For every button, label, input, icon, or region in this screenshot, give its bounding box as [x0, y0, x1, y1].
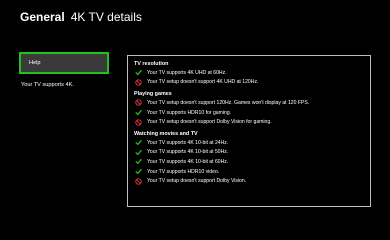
detail-item: Your TV supports 4K UHD at 60Hz. [134, 68, 370, 78]
prohibited-icon [134, 177, 142, 185]
detail-item-text: Your TV setup doesn't support Dolby Visi… [147, 178, 247, 185]
checkmark-icon [134, 168, 142, 176]
page-header: General 4K TV details [20, 10, 142, 24]
help-button[interactable]: Help [19, 52, 109, 74]
details-group: Watching movies and TV Your TV supports 4… [134, 130, 370, 186]
prohibited-icon [134, 78, 142, 86]
detail-item: Your TV supports 4K 10-bit at 60Hz. [134, 157, 370, 167]
checkmark-icon [134, 148, 142, 156]
detail-item: Your TV setup doesn't support 4K UHD at … [134, 78, 370, 88]
detail-item-text: Your TV supports 4K 10-bit at 24Hz. [147, 139, 229, 146]
detail-item-text: Your TV supports HDR10 for gaming. [147, 109, 232, 116]
detail-item: Your TV setup doesn't support 120Hz. Gam… [134, 98, 370, 108]
help-button-label: Help [29, 60, 41, 66]
detail-item-text: Your TV supports 4K UHD at 60Hz. [147, 69, 227, 76]
detail-item-text: Your TV setup doesn't support Dolby Visi… [147, 119, 272, 126]
prohibited-icon [134, 118, 142, 126]
group-title: Playing games [134, 91, 172, 98]
details-panel: TV resolution Your TV supports 4K UHD at … [127, 55, 371, 207]
prohibited-icon [134, 99, 142, 107]
detail-item: Your TV supports 4K 10-bit at 50Hz. [134, 148, 370, 158]
group-title: TV resolution [134, 61, 169, 67]
detail-item-text: Your TV supports HDR10 video. [147, 168, 220, 175]
detail-item-text: Your TV setup doesn't support 120Hz. Gam… [147, 99, 310, 106]
page-title: 4K TV details [70, 10, 142, 24]
checkmark-icon [134, 69, 142, 77]
tv-support-summary: Your TV supports 4K. [21, 82, 74, 88]
detail-item-text: Your TV supports 4K 10-bit at 60Hz. [147, 158, 229, 165]
checkmark-icon [134, 158, 142, 166]
details-group: TV resolution Your TV supports 4K UHD at … [134, 60, 370, 87]
details-group: Playing games Your TV setup doesn't suppo… [134, 90, 370, 127]
detail-item: Your TV supports HDR10 video. [134, 167, 370, 177]
detail-item-text: Your TV supports 4K 10-bit at 50Hz. [147, 149, 229, 156]
detail-item: Your TV supports HDR10 for gaming. [134, 108, 370, 118]
detail-item: Your TV setup doesn't support Dolby Visi… [134, 176, 370, 186]
section-title: General [20, 10, 65, 24]
detail-item-text: Your TV setup doesn't support 4K UHD at … [147, 79, 259, 86]
detail-item: Your TV supports 4K 10-bit at 24Hz. [134, 138, 370, 148]
detail-item: Your TV setup doesn't support Dolby Visi… [134, 117, 370, 127]
group-title: Watching movies and TV [134, 130, 198, 137]
checkmark-icon [134, 139, 142, 147]
checkmark-icon [134, 109, 142, 117]
